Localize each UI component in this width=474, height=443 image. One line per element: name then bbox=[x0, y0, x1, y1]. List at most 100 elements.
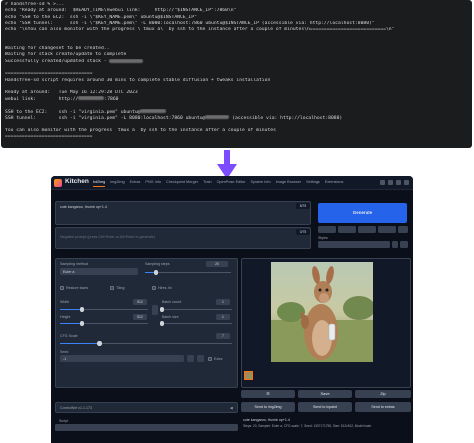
tab-settings[interactable]: Settings bbox=[306, 180, 320, 187]
height-slider[interactable] bbox=[60, 321, 148, 326]
terminal-text: Waiting for stack create/update to compl… bbox=[5, 52, 127, 58]
batch-count-value[interactable]: 1 bbox=[216, 299, 230, 305]
github-icon[interactable] bbox=[388, 180, 393, 185]
tab-system-info[interactable]: System Info bbox=[251, 180, 271, 187]
batch-count-slider[interactable] bbox=[159, 307, 232, 312]
controlnet-accordion[interactable]: ControlNet v1.1.173 ◀ bbox=[55, 402, 238, 413]
terminal-text: Handsfree-sd script requires around 30 m… bbox=[5, 77, 271, 83]
terminal-text: # bbox=[5, 2, 11, 7]
sampling-steps-label: Sampling steps bbox=[145, 262, 170, 266]
terminal-text: =============================== bbox=[5, 134, 93, 140]
tab-train[interactable]: Train bbox=[203, 180, 212, 187]
terminal-text: echo "SSH tunnel: ssh -i \"$KEY_NAME.pem… bbox=[5, 20, 375, 26]
tab-txt2img[interactable]: txt2img bbox=[93, 180, 106, 187]
redacted-text bbox=[109, 58, 144, 63]
width-value[interactable]: 512 bbox=[133, 299, 147, 305]
kangaroo-image bbox=[271, 262, 373, 362]
style-apply-icon[interactable] bbox=[358, 226, 376, 233]
tab-extensions[interactable]: Extensions bbox=[325, 180, 344, 187]
sampling-steps-value[interactable]: 20 bbox=[206, 261, 228, 267]
negative-prompt-box[interactable]: Negative prompt (press Ctrl+Enter or Alt… bbox=[55, 227, 311, 249]
output-gallery bbox=[241, 258, 411, 388]
terminal-text: (accessible via: http://localhost:8080) bbox=[229, 115, 343, 121]
save-style-icon[interactable] bbox=[378, 226, 396, 233]
app-title: Kitchen bbox=[65, 178, 89, 185]
seed-input[interactable]: -1 bbox=[60, 355, 184, 362]
edit-styles-icon[interactable] bbox=[400, 241, 408, 248]
terminal-text: You can also monitor with the progress `… bbox=[5, 127, 276, 133]
height-label: Height bbox=[60, 315, 71, 319]
extra-checkbox[interactable] bbox=[208, 356, 212, 361]
hires-fix-checkbox[interactable] bbox=[152, 286, 156, 290]
zip-button[interactable]: Zip bbox=[355, 390, 411, 398]
styles-select[interactable] bbox=[318, 241, 390, 248]
width-label: Width bbox=[60, 300, 70, 304]
terminal-text: SSH to the EC2: ssh -i "virginia.pem" ub… bbox=[5, 109, 141, 115]
settings-icon[interactable] bbox=[396, 180, 401, 185]
swap-dimensions-icon[interactable] bbox=[152, 305, 158, 315]
expand-icon: ◀ bbox=[230, 406, 233, 410]
script-label: Script bbox=[59, 419, 69, 423]
tiling-label: Tiling bbox=[116, 286, 125, 290]
caption-prompt: cute kangaroo, thumb up+1.4 bbox=[243, 418, 290, 422]
send-to-inpaint-button[interactable]: Send to inpaint bbox=[298, 402, 352, 412]
refresh-styles-icon[interactable] bbox=[392, 241, 398, 248]
terminal-text: echo "SSH to the EC2: ssh -i \"$KEY_NAME… bbox=[5, 14, 197, 20]
terminal-text: SSH tunnel: ssh -i "virginia.pem" -L 808… bbox=[5, 115, 206, 121]
seed-label: Seed bbox=[60, 350, 69, 354]
terminal-text: =============================== bbox=[5, 71, 93, 77]
send-to-img2img-button[interactable]: Send to img2img bbox=[241, 402, 295, 412]
tab-img2img[interactable]: img2img bbox=[110, 180, 124, 187]
extra-label: Extra bbox=[214, 356, 223, 361]
save-button[interactable]: Save bbox=[298, 390, 352, 398]
screenshot: # handsfree-sd % >... echo "Ready at arou… bbox=[0, 0, 474, 443]
prompt-box[interactable]: cute kangaroo, thumb up+1.4 8/75 bbox=[55, 201, 311, 225]
redacted-text bbox=[78, 96, 105, 101]
sampling-steps-slider[interactable] bbox=[145, 270, 231, 275]
batch-size-label: Batch size bbox=[162, 315, 179, 319]
random-seed-icon[interactable] bbox=[187, 355, 194, 362]
restore-faces-checkbox[interactable] bbox=[60, 286, 64, 290]
theme-icon[interactable] bbox=[380, 180, 385, 185]
cfg-scale-label: CFG Scale bbox=[60, 334, 78, 338]
reuse-seed-icon[interactable] bbox=[197, 355, 204, 362]
generate-button[interactable]: Generate bbox=[318, 203, 407, 223]
tab-openpose-editor[interactable]: OpenPose Editor bbox=[217, 180, 246, 187]
terminal-text: Successfully created/updated stack - bbox=[5, 59, 110, 65]
paste-icon[interactable] bbox=[398, 226, 408, 233]
styles-label: Styles bbox=[318, 236, 328, 240]
interrupt-icon[interactable] bbox=[318, 226, 336, 233]
tab-image-browser[interactable]: Image Browser bbox=[276, 180, 302, 187]
fullscreen-icon[interactable] bbox=[404, 180, 409, 185]
thumbnail[interactable] bbox=[244, 371, 253, 380]
tab-checkpoint-merger[interactable]: Checkpoint Merger bbox=[166, 180, 198, 187]
terminal-text: webui link: http:// bbox=[5, 96, 79, 102]
terminal-text: echo "\nYou can also monitor with the pr… bbox=[5, 27, 395, 33]
tab-extras[interactable]: Extras bbox=[130, 180, 141, 187]
cfg-scale-slider[interactable] bbox=[60, 341, 232, 346]
controlnet-label: ControlNet v1.1.173 bbox=[60, 406, 92, 410]
prompt-token-counter: 8/75 bbox=[296, 203, 310, 209]
terminal-text: Ready at around: Tue May 16 12:29:28 UTC… bbox=[5, 90, 138, 96]
script-select[interactable] bbox=[55, 424, 238, 431]
sampling-method-select[interactable]: Euler a bbox=[60, 268, 138, 275]
tiling-checkbox[interactable] bbox=[110, 286, 114, 290]
restore-faces-label: Restore faces bbox=[66, 286, 89, 290]
batch-size-value[interactable]: 1 bbox=[216, 314, 230, 320]
hires-fix-label: Hires. fix bbox=[158, 286, 172, 290]
tab-bar: txt2img img2img Extras PNG Info Checkpoint M… bbox=[93, 180, 343, 187]
sampling-method-label: Sampling method bbox=[60, 262, 88, 266]
open-folder-button[interactable]: ☰ bbox=[241, 390, 295, 398]
batch-size-slider[interactable] bbox=[159, 321, 232, 326]
terminal-text: Waiting for changeset to be created.. bbox=[5, 46, 110, 52]
send-to-extras-button[interactable]: Send to extras bbox=[355, 402, 411, 412]
cfg-scale-value[interactable]: 7 bbox=[216, 333, 230, 339]
terminal-text: :7860 bbox=[104, 96, 119, 102]
width-slider[interactable] bbox=[60, 307, 148, 312]
terminal-line: =============================== bbox=[5, 134, 468, 140]
tab-png-info[interactable]: PNG Info bbox=[145, 180, 161, 187]
height-value[interactable]: 512 bbox=[133, 314, 147, 320]
trash-icon[interactable] bbox=[338, 226, 356, 233]
app-logo-icon bbox=[54, 179, 62, 187]
negative-prompt-placeholder: Negative prompt (press Ctrl+Enter or Alt… bbox=[60, 235, 155, 239]
